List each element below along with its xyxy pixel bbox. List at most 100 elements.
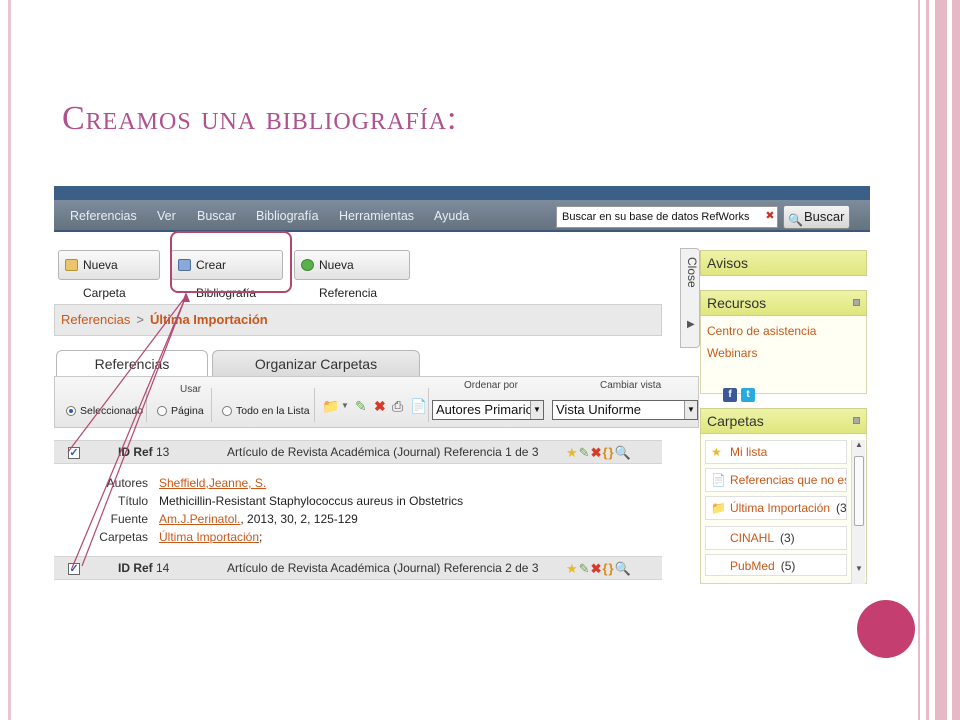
star-icon[interactable]: ★ [566,561,579,576]
folder-label: CINAHL [730,531,775,545]
search-input[interactable]: Buscar en su base de datos RefWorks [556,206,778,228]
folder-label: Referencias que no está [730,473,846,487]
folder-label: Última Importación [730,501,831,515]
delete-icon[interactable]: ✖ [591,561,603,576]
folder-label: Mi lista [730,445,768,459]
help-center-link[interactable]: Centro de asistencia [707,324,816,338]
folder-ultima-importacion[interactable]: 📁 Última Importación (3) [705,496,847,520]
folders-scrollbar[interactable]: ▲ ▼ [851,440,865,584]
new-folder-button[interactable]: Nueva Carpeta [58,250,160,300]
sort-select-value: Autores Primarios [436,402,540,417]
folder-pubmed[interactable]: PubMed (5) [705,554,847,576]
record-header: ✓ ID Ref 13 Artículo de Revista Académic… [54,440,662,464]
edit-icon[interactable]: ✎ [355,397,367,415]
breadcrumb-root[interactable]: Referencias [61,312,130,327]
use-label: Usar [180,384,202,395]
radio-selected-label: Seleccionado [80,405,144,417]
source-link[interactable]: Am.J.Perinatol. [159,512,240,526]
carpetas-title: Carpetas [707,413,764,429]
radio-all-list-label: Todo en la Lista [236,405,310,417]
search-button[interactable]: 🔍 Buscar [783,205,850,229]
add-icon [301,259,314,271]
view-select[interactable]: Vista Uniforme ▼ [552,400,698,420]
sort-select[interactable]: Autores Primarios ▼ [432,400,544,420]
record-checkbox[interactable]: ✓ [68,563,80,575]
close-panel-tab[interactable]: Close ▶ [680,248,700,348]
toolbar-divider [146,388,147,422]
collapse-icon[interactable] [853,299,860,306]
slide-left-border [8,0,11,720]
menu-buscar[interactable]: Buscar [197,209,236,223]
avisos-header[interactable]: Avisos [700,250,867,276]
record-checkbox[interactable]: ✓ [68,447,80,459]
delete-icon[interactable]: ✖ [591,445,603,460]
recursos-body: Centro de asistencia Webinars f t [700,316,867,402]
folder-link[interactable]: Última Importación [159,530,259,544]
collapse-icon[interactable] [853,417,860,424]
braces-icon[interactable]: {} [602,445,614,460]
search-icon[interactable]: 🔍 [615,561,632,576]
record-actions: ★✎✖{}🔍 [566,445,632,461]
menu-herramientas[interactable]: Herramientas [339,209,414,223]
highlight-box [170,231,292,293]
menu-ver[interactable]: Ver [157,209,176,223]
id-ref-value: 14 [156,561,170,575]
id-ref-value: 13 [156,445,170,459]
radio-page[interactable]: Página [157,402,204,420]
scroll-down-icon[interactable]: ▼ [855,564,863,573]
folder-cinahl[interactable]: CINAHL (3) [705,526,847,550]
print-icon[interactable]: ⎙ [392,397,403,415]
webinars-link[interactable]: Webinars [707,346,757,360]
menu-referencias[interactable]: Referencias [70,209,137,223]
radio-page-label: Página [171,405,204,417]
carpetas-header[interactable]: Carpetas [700,408,867,434]
field-label-authors: Autores [106,476,148,490]
decorative-circle [857,600,915,658]
clear-search-icon[interactable]: ✖ [764,210,776,222]
new-reference-button[interactable]: Nueva Referencia [294,250,410,300]
chevron-down-icon: ▼ [530,401,543,419]
chevron-down-icon: ▼ [684,401,697,419]
twitter-icon[interactable]: t [741,388,755,402]
radio-selected[interactable]: Seleccionado [66,402,143,420]
breadcrumb-separator: > [136,312,144,327]
tab-organizar-carpetas[interactable]: Organizar Carpetas [212,350,420,378]
breadcrumb: Referencias > Última Importación [54,304,662,336]
scroll-thumb[interactable] [854,456,864,526]
tab-referencias[interactable]: Referencias [56,350,208,378]
author-link[interactable]: Sheffield,Jeanne, S. [159,476,266,490]
id-ref-label: ID Ref [118,445,153,459]
slide-title: Creamos una bibliografía: [62,100,458,137]
radio-all-list[interactable]: Todo en la Lista [222,402,310,420]
new-folder-label: Nueva Carpeta [83,258,126,300]
menu-bar: Referencias Ver Buscar Bibliografía Herr… [54,200,870,232]
toolbar-divider [428,388,429,422]
avisos-title: Avisos [707,255,748,271]
scroll-up-icon[interactable]: ▲ [855,440,863,449]
dropdown-icon[interactable]: ▼ [341,397,349,415]
breadcrumb-current: Última Importación [149,312,268,327]
new-reference-label: Nueva Referencia [319,258,378,300]
reference-type: Artículo de Revista Académica (Journal) … [227,561,539,575]
recursos-header[interactable]: Recursos [700,290,867,316]
search-button-label: Buscar [804,209,845,224]
folder-mi-lista[interactable]: ★ Mi lista [705,440,847,464]
facebook-icon[interactable]: f [723,388,737,402]
edit-icon[interactable]: ✎ [579,445,591,460]
record-actions: ★✎✖{}🔍 [566,561,632,577]
export-icon[interactable]: 📄 [410,397,427,415]
star-icon[interactable]: ★ [566,445,579,460]
search-icon[interactable]: 🔍 [615,445,632,460]
refworks-window: Referencias Ver Buscar Bibliografía Herr… [54,186,870,586]
menu-ayuda[interactable]: Ayuda [434,209,469,223]
delete-icon[interactable]: ✖ [374,397,386,415]
folder-add-icon[interactable]: 📁 [322,397,339,415]
toolbar-divider [314,388,315,422]
edit-icon[interactable]: ✎ [579,561,591,576]
braces-icon[interactable]: {} [602,561,614,576]
menu-bibliografia[interactable]: Bibliografía [256,209,319,223]
star-icon: ★ [711,445,722,459]
folder-suffix: ; [259,530,263,544]
record-title: Methicillin-Resistant Staphylococcus aur… [159,494,464,508]
folder-unfiled[interactable]: 📄 Referencias que no está [705,468,847,492]
